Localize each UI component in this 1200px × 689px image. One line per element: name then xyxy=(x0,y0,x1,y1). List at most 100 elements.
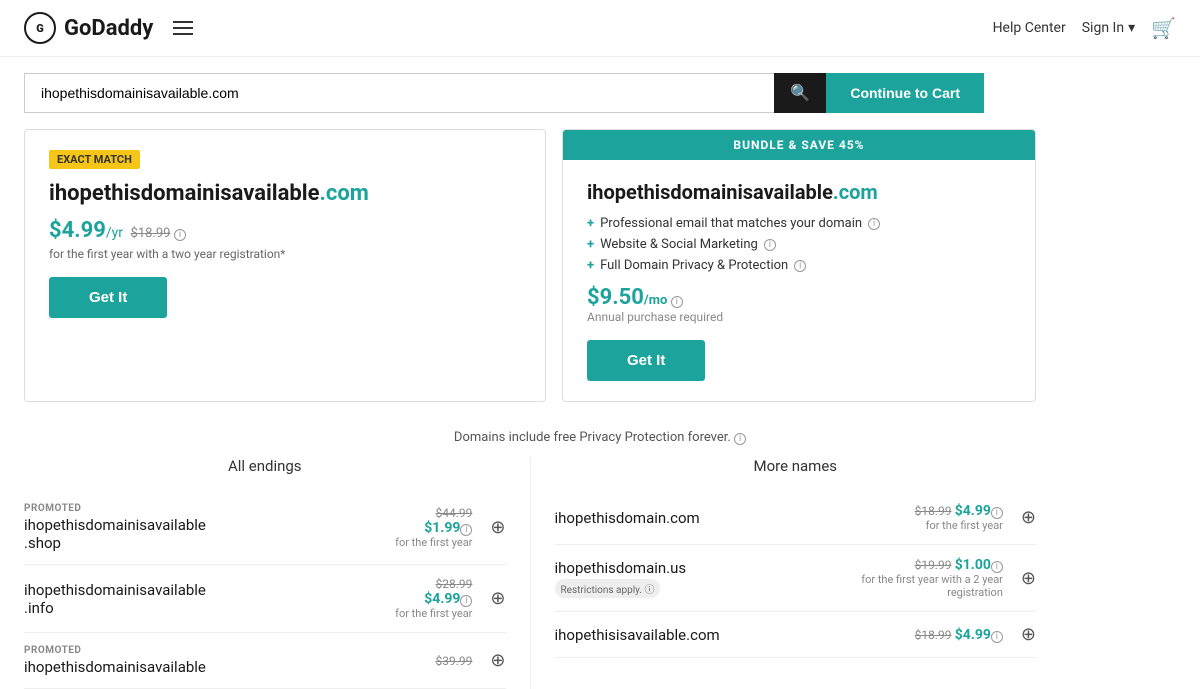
plus-icon: + xyxy=(587,258,594,273)
add-to-cart-info[interactable]: ⊕ xyxy=(490,588,505,609)
header: G GoDaddy Help Center Sign In ▾ 🛒 xyxy=(0,0,1200,57)
add-to-cart-shop[interactable]: ⊕ xyxy=(490,517,505,538)
info-icon-email: i xyxy=(868,218,880,230)
logo-text: GoDaddy xyxy=(64,16,153,41)
listing-domain-com: ihopethisdomain.com $18.99 $4.99i for th… xyxy=(555,491,1037,545)
hamburger-menu[interactable] xyxy=(173,21,193,35)
info-icon-social: i xyxy=(764,239,776,251)
bundle-body: ihopethisdomainisavailable.com + Profess… xyxy=(563,160,1035,401)
exact-match-domain: ihopethisdomainisavailable.com xyxy=(49,181,521,206)
all-endings-title: All endings xyxy=(24,457,506,475)
plus-icon: + xyxy=(587,237,594,252)
privacy-note: Domains include free Privacy Protection … xyxy=(0,418,1200,457)
add-to-cart-ihopethisisavailable-com[interactable]: ⊕ xyxy=(1021,624,1036,645)
bundle-price-note: Annual purchase required xyxy=(587,310,1011,324)
hamburger-line xyxy=(173,21,193,23)
feature-label: Full Domain Privacy & Protection xyxy=(600,258,788,273)
new-price: $1.00 xyxy=(955,557,991,573)
bundle-feature-email: + Professional email that matches your d… xyxy=(587,216,1011,231)
listing-price-domain-com: $18.99 $4.99i for the first year xyxy=(915,503,1003,532)
search-bar: 🔍 Continue to Cart xyxy=(24,73,984,113)
privacy-info-icon: i xyxy=(734,433,746,445)
search-input[interactable] xyxy=(24,73,774,113)
old-price: $44.99 xyxy=(395,506,472,520)
listing-price-info: $28.99 $4.99i for the first year xyxy=(395,577,472,620)
bundle-domain-base: ihopethisdomainisavailable xyxy=(587,180,833,204)
price-main: $4.99 xyxy=(49,218,106,243)
search-button[interactable]: 🔍 xyxy=(774,73,826,113)
price-note: for the first year xyxy=(395,536,472,549)
hamburger-line xyxy=(173,33,193,35)
header-left: G GoDaddy xyxy=(24,12,193,44)
chevron-down-icon: ▾ xyxy=(1128,20,1135,36)
listing-name-domain-com: ihopethisdomain.com xyxy=(555,509,700,527)
old-price: $19.99 xyxy=(915,558,952,572)
bundle-domain-tld: .com xyxy=(833,180,878,204)
bundle-feature-social: + Website & Social Marketing i xyxy=(587,237,1011,252)
domain-tld: .com xyxy=(319,181,368,206)
new-price: $4.99 xyxy=(955,503,991,519)
new-price: $4.99 xyxy=(424,591,460,607)
more-names: More names ihopethisdomain.com $18.99 $4… xyxy=(530,457,1037,689)
new-price: $4.99 xyxy=(955,627,991,643)
add-to-cart-domain-us[interactable]: ⊕ xyxy=(1021,568,1036,589)
listing-name-ihopethisisavailable-com: ihopethisisavailable.com xyxy=(555,626,720,644)
get-it-button-bundle[interactable]: Get It xyxy=(587,340,705,381)
listing-right-shop: $44.99 $1.99i for the first year ⊕ xyxy=(395,506,505,549)
listing-ihopethisisavailable-com: ihopethisisavailable.com $18.99 $4.99i ⊕ xyxy=(555,612,1037,658)
price-note: for the first year xyxy=(915,519,1003,532)
feature-label: Professional email that matches your dom… xyxy=(600,216,862,231)
listing-right-promoted2: $39.99 ⊕ xyxy=(436,650,506,671)
bundle-price-row: $9.50/mo i xyxy=(587,285,1011,310)
listing-right-domain-com: $18.99 $4.99i for the first year ⊕ xyxy=(915,503,1036,532)
godaddy-logo-icon: G xyxy=(24,12,56,44)
bundle-price-unit: /mo xyxy=(644,293,667,308)
restriction-badge: Restrictions apply. ⓘ xyxy=(555,579,661,598)
bundle-card: BUNDLE & SAVE 45% ihopethisdomainisavail… xyxy=(562,129,1036,402)
price-info-icon: i xyxy=(991,631,1003,643)
bundle-features: + Professional email that matches your d… xyxy=(587,216,1011,273)
promoted-label: PROMOTED xyxy=(24,645,206,656)
old-price: $28.99 xyxy=(395,577,472,591)
domain-base: ihopethisdomainisavailable xyxy=(49,181,319,206)
add-to-cart-promoted2[interactable]: ⊕ xyxy=(490,650,505,671)
cards-section: EXACT MATCH ihopethisdomainisavailable.c… xyxy=(0,129,1060,418)
exact-match-badge: EXACT MATCH xyxy=(49,150,140,169)
bundle-feature-privacy: + Full Domain Privacy & Protection i xyxy=(587,258,1011,273)
price-info-icon: i xyxy=(991,507,1003,519)
add-to-cart-domain-com[interactable]: ⊕ xyxy=(1021,507,1036,528)
price-original: $18.99 xyxy=(131,226,171,241)
logo: G GoDaddy xyxy=(24,12,153,44)
bundle-info-icon: i xyxy=(671,296,683,308)
price-section: $4.99/yr $18.99 i xyxy=(49,218,521,243)
listing-name-info: ihopethisdomainisavailable.info xyxy=(24,581,206,617)
listing-shop: PROMOTED ihopethisdomainisavailable.shop… xyxy=(24,491,506,565)
get-it-button-exact[interactable]: Get It xyxy=(49,277,167,318)
exact-match-card: EXACT MATCH ihopethisdomainisavailable.c… xyxy=(24,129,546,402)
old-price: $39.99 xyxy=(436,654,473,668)
bundle-price: $9.50 xyxy=(587,285,644,310)
listing-right-info: $28.99 $4.99i for the first year ⊕ xyxy=(395,577,505,620)
listing-price-promoted2: $39.99 xyxy=(436,654,473,668)
listing-right-ihopethisisavailable-com: $18.99 $4.99i ⊕ xyxy=(915,624,1036,645)
help-center-link[interactable]: Help Center xyxy=(993,20,1066,36)
cart-icon[interactable]: 🛒 xyxy=(1151,16,1176,40)
sign-in-label: Sign In xyxy=(1082,20,1124,36)
search-section: 🔍 Continue to Cart xyxy=(0,57,1200,129)
listing-name-promoted2: PROMOTED ihopethisdomainisavailable xyxy=(24,645,206,676)
info-icon-privacy: i xyxy=(794,260,806,272)
hamburger-line xyxy=(173,27,193,29)
listing-right-domain-us: $19.99 $1.00i for the first year with a … xyxy=(861,557,1036,599)
listing-name-shop: PROMOTED ihopethisdomainisavailable.shop xyxy=(24,503,206,552)
continue-to-cart-button[interactable]: Continue to Cart xyxy=(826,73,984,113)
plus-icon: + xyxy=(587,216,594,231)
price-info-icon: i xyxy=(460,524,472,536)
all-endings: All endings PROMOTED ihopethisdomainisav… xyxy=(24,457,530,689)
listing-domain-us: ihopethisdomain.us Restrictions apply. ⓘ… xyxy=(555,545,1037,612)
price-info-icon: i xyxy=(460,595,472,607)
old-price: $18.99 xyxy=(915,504,952,518)
sign-in-button[interactable]: Sign In ▾ xyxy=(1082,20,1135,36)
listing-info: ihopethisdomainisavailable.info $28.99 $… xyxy=(24,565,506,633)
price-unit: /yr xyxy=(106,225,123,241)
listing-name-domain-us: ihopethisdomain.us Restrictions apply. ⓘ xyxy=(555,559,687,598)
